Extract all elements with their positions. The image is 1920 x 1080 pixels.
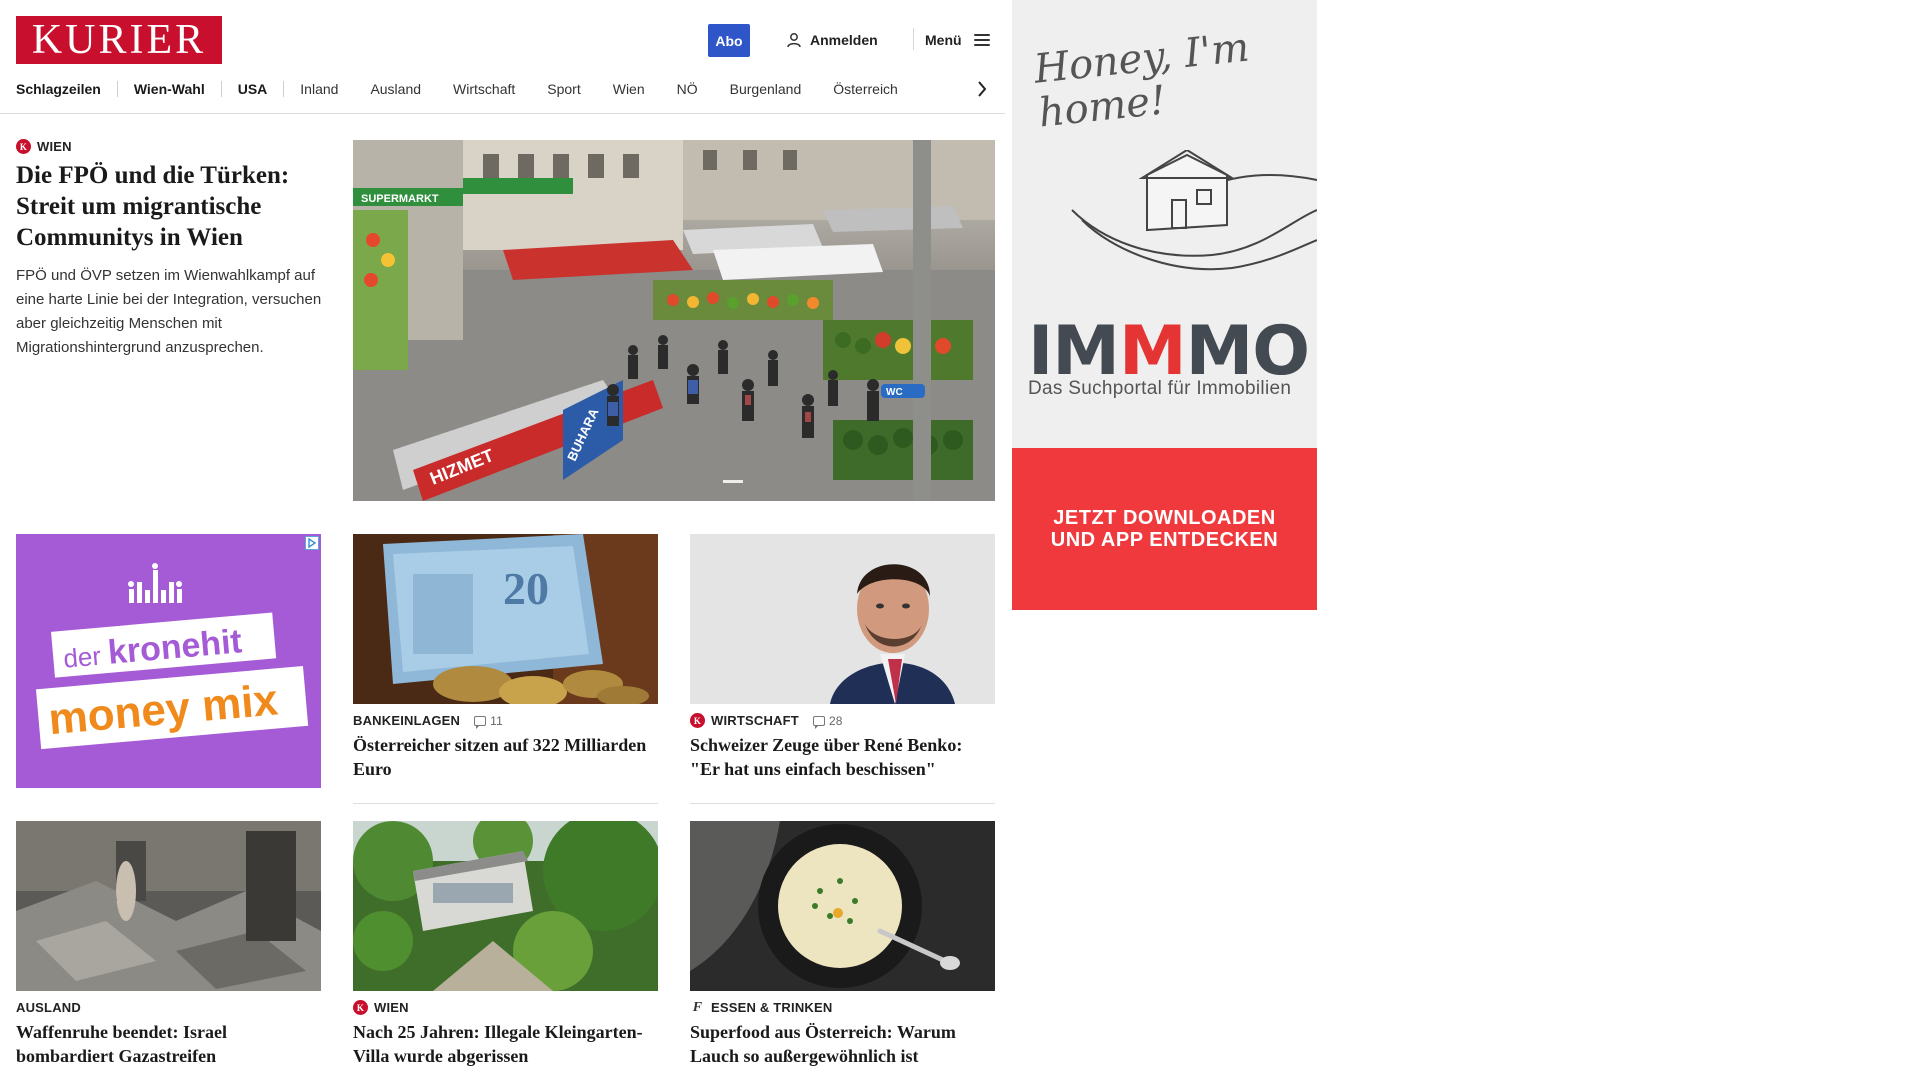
card-2-kicker-label: WIRTSCHAFT xyxy=(711,713,799,728)
house-in-hand-icon xyxy=(1071,150,1317,271)
nav-item-schlagzeilen[interactable]: Schlagzeilen xyxy=(16,81,117,97)
menu-button[interactable]: Menü xyxy=(925,28,990,52)
card-image-leek-soup[interactable] xyxy=(690,821,995,991)
lead-teaser: FPÖ und ÖVP setzen im Wienwahlkampf auf … xyxy=(16,267,322,356)
card-3-kicker-label: AUSLAND xyxy=(16,1000,81,1015)
lead-kicker-label: WIEN xyxy=(37,139,72,154)
nav-item-oesterreich[interactable]: Österreich xyxy=(817,81,914,97)
nav-item-sport[interactable]: Sport xyxy=(531,81,596,97)
page: KURIER Abo Anmelden Menü Schlagzeilen Wi… xyxy=(0,0,1920,1080)
card-2-comment-count: 28 xyxy=(828,713,843,728)
user-icon xyxy=(787,33,801,48)
card-1-kicker: BANKEINLAGEN 11 xyxy=(353,713,503,729)
adchoices-icon[interactable] xyxy=(305,536,319,550)
card-divider xyxy=(353,803,658,804)
nav-item-wien-wahl[interactable]: Wien-Wahl xyxy=(118,81,221,97)
immmo-subtitle: Das Suchportal für Immobilien xyxy=(1028,378,1292,399)
kurier-plus-icon: K xyxy=(353,1000,368,1015)
card-3-kicker: AUSLAND xyxy=(16,1000,81,1015)
card-4-kicker-label: WIEN xyxy=(374,1000,409,1015)
header-divider xyxy=(913,28,914,50)
nav-item-burgenland[interactable]: Burgenland xyxy=(714,81,818,97)
ad-immmo[interactable]: Honey, I'm home! IMMMO Das Suchportal fü… xyxy=(1012,0,1317,610)
kurier-logo[interactable]: KURIER xyxy=(16,16,222,64)
card-5-headline[interactable]: Superfood aus Österreich: Warum Lauch so… xyxy=(690,1020,995,1068)
nav-item-noe[interactable]: NÖ xyxy=(661,81,714,97)
ad-immmo-tagline: Honey, I'm home! xyxy=(1031,24,1252,137)
nav-item-wirtschaft[interactable]: Wirtschaft xyxy=(437,81,531,97)
nav-item-wien[interactable]: Wien xyxy=(597,81,661,97)
lead-kicker: K WIEN xyxy=(16,139,72,154)
freizeit-icon: f xyxy=(692,999,703,1015)
cta-line-2: UND APP ENTDECKEN xyxy=(1050,529,1279,551)
card-1-comment-count: 11 xyxy=(490,713,503,728)
lead-image-market[interactable]: SUPERMARKT WC HIZMET BUHARA xyxy=(353,140,995,501)
card-1-comments[interactable]: 11 xyxy=(474,713,503,729)
section-nav: Schlagzeilen Wien-Wahl USA Inland Auslan… xyxy=(16,78,914,100)
nav-scroll-right-icon[interactable] xyxy=(974,78,990,100)
login-label: Anmelden xyxy=(810,32,878,48)
card-divider xyxy=(690,803,995,804)
kurier-plus-icon: K xyxy=(690,713,705,728)
card-image-banknotes[interactable]: 20 xyxy=(353,534,658,704)
comment-icon xyxy=(812,715,825,729)
banknote-value: 20 xyxy=(503,563,549,614)
card-5-kicker: f ESSEN & TRINKEN xyxy=(690,999,833,1016)
ad-kronehit[interactable]: der kronehit money mix xyxy=(16,534,321,788)
card-2-kicker: K WIRTSCHAFT 28 xyxy=(690,713,843,729)
card-image-garden-villa[interactable] xyxy=(353,821,658,991)
wc-sign: WC xyxy=(886,387,903,398)
hamburger-icon xyxy=(973,34,990,46)
nav-item-ausland[interactable]: Ausland xyxy=(354,81,437,97)
nav-item-inland[interactable]: Inland xyxy=(284,81,354,97)
card-2-headline[interactable]: Schweizer Zeuge über René Benko: "Er hat… xyxy=(690,733,995,781)
immmo-download-button[interactable]: JETZT DOWNLOADEN UND APP ENTDECKEN xyxy=(1012,448,1317,610)
cta-line-1: JETZT DOWNLOADEN xyxy=(1053,507,1276,529)
card-4-headline[interactable]: Nach 25 Jahren: Illegale Kleingarten-Vil… xyxy=(353,1020,658,1068)
card-1-kicker-label: BANKEINLAGEN xyxy=(353,713,461,728)
card-3-headline[interactable]: Waffenruhe beendet: Israel bombardiert G… xyxy=(16,1020,321,1068)
card-5-kicker-label: ESSEN & TRINKEN xyxy=(711,1000,833,1015)
card-image-destroyed-building[interactable] xyxy=(16,821,321,991)
card-2-comments[interactable]: 28 xyxy=(812,713,843,729)
card-4-kicker: K WIEN xyxy=(353,1000,409,1015)
lead-headline[interactable]: Die FPÖ und die Türken: Streit um migran… xyxy=(16,160,326,253)
card-image-portrait[interactable] xyxy=(690,534,995,704)
ad-kronehit-der: der xyxy=(62,641,102,674)
menu-label: Menü xyxy=(925,32,962,48)
supermarkt-sign: SUPERMARKT xyxy=(361,193,439,205)
abo-button[interactable]: Abo xyxy=(708,24,750,57)
kurier-plus-icon: K xyxy=(16,139,31,154)
login-button[interactable]: Anmelden xyxy=(786,28,878,52)
site-header: KURIER Abo Anmelden Menü Schlagzeilen Wi… xyxy=(0,0,1005,114)
comment-icon xyxy=(474,715,487,729)
nav-item-usa[interactable]: USA xyxy=(222,81,284,97)
crown-icon xyxy=(128,563,182,603)
card-1-headline[interactable]: Österreicher sitzen auf 322 Milliarden E… xyxy=(353,733,658,781)
